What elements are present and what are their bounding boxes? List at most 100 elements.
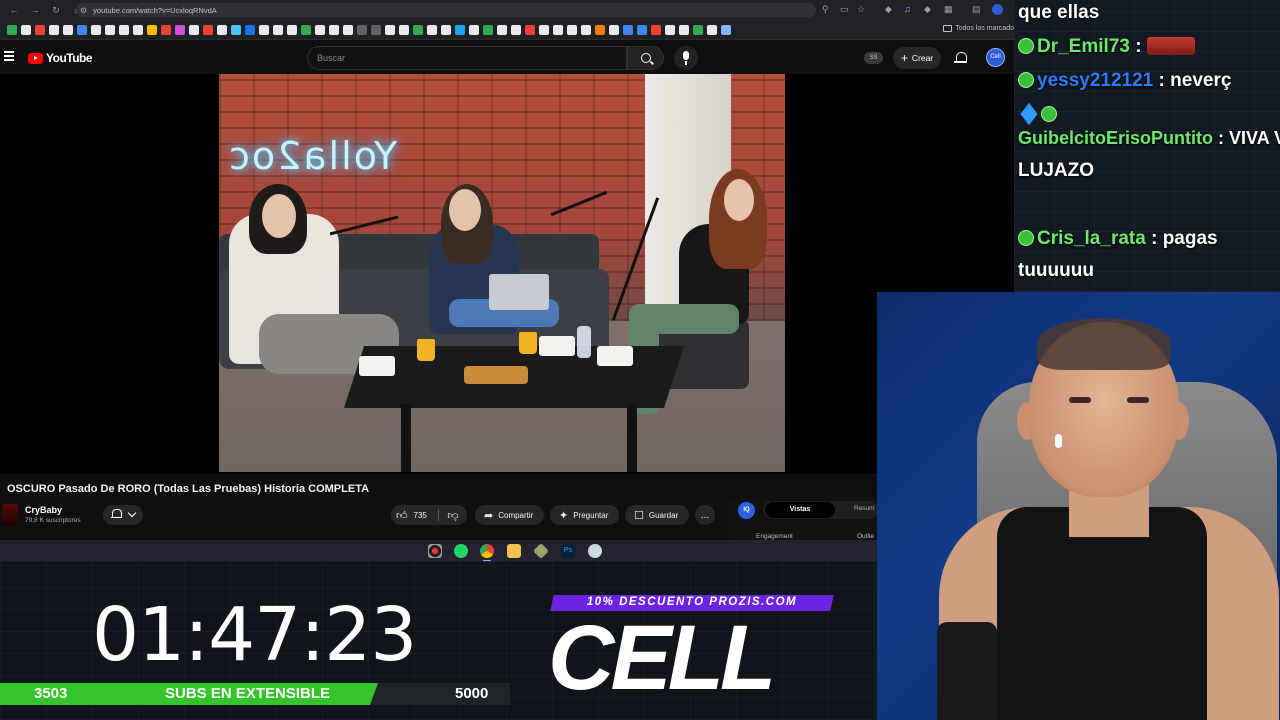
bookmark-favicon[interactable] — [7, 24, 17, 35]
chat-username[interactable]: Dr_Emil73 — [1037, 36, 1130, 57]
bookmark-favicon[interactable] — [385, 24, 395, 35]
zoom-icon[interactable]: ⚲ — [822, 4, 829, 15]
dislike-button[interactable]: 👎︎ — [442, 505, 464, 525]
chat-username[interactable]: yessy212121 — [1037, 70, 1153, 91]
photoshop-icon[interactable]: Ps — [561, 544, 575, 558]
bookmark-favicon[interactable] — [413, 24, 423, 35]
bookmark-favicon[interactable] — [217, 24, 227, 35]
tab-outliers[interactable]: Outlie — [857, 533, 874, 540]
channel-avatar[interactable] — [2, 504, 18, 526]
bookmark-favicon[interactable] — [483, 24, 493, 35]
forward-icon[interactable]: → — [29, 5, 41, 15]
account-avatar[interactable]: Cell — [986, 48, 1005, 67]
bookmark-favicon[interactable] — [343, 24, 353, 35]
tab-views[interactable]: Vistas — [765, 502, 835, 518]
chrome-icon[interactable] — [480, 544, 494, 561]
youtube-logo[interactable]: YouTube — [28, 51, 93, 65]
bookmark-favicon[interactable] — [105, 24, 115, 35]
profile-icon[interactable] — [992, 4, 1003, 15]
tab-summary[interactable]: Resum — [854, 505, 875, 512]
bookmark-favicon[interactable] — [693, 24, 703, 35]
bookmark-favicon[interactable] — [329, 24, 339, 35]
bookmark-favicon[interactable] — [441, 24, 451, 35]
like-button[interactable]: 👍︎ 735 — [391, 505, 438, 525]
bookmark-favicon[interactable] — [525, 24, 535, 35]
bookmark-favicon[interactable] — [707, 24, 717, 35]
bookmarks-folder[interactable]: Todos los marcado — [943, 25, 1014, 32]
subscription-bell-button[interactable] — [103, 505, 143, 525]
bookmark-favicon[interactable] — [21, 24, 31, 35]
bookmark-favicon[interactable] — [245, 24, 255, 35]
extension-logo[interactable]: IQ — [738, 502, 755, 519]
bookmark-favicon[interactable] — [371, 24, 381, 35]
ask-button[interactable]: ✦ Preguntar — [550, 505, 619, 525]
share-button[interactable]: ➦ Compartir — [475, 505, 544, 525]
bookmark-favicon[interactable] — [539, 24, 549, 35]
bookmark-favicon[interactable] — [721, 24, 731, 35]
bookmark-favicon[interactable] — [77, 24, 87, 35]
bookmark-favicon[interactable] — [679, 24, 689, 35]
chat-username[interactable]: Cris_la_rata — [1037, 228, 1146, 249]
bookmark-favicon[interactable] — [147, 24, 157, 35]
bookmark-favicon[interactable] — [399, 24, 409, 35]
minecraft-icon[interactable] — [533, 543, 549, 559]
bookmark-favicon[interactable] — [637, 24, 647, 35]
bookmark-favicon[interactable] — [497, 24, 507, 35]
bookmark-favicon[interactable] — [511, 24, 521, 35]
bookmark-favicon[interactable] — [315, 24, 325, 35]
bookmark-favicon[interactable] — [133, 24, 143, 35]
reload-icon[interactable]: ↻ — [50, 5, 62, 16]
bookmark-favicon[interactable] — [189, 24, 199, 35]
bookmark-favicon[interactable] — [469, 24, 479, 35]
search-button[interactable] — [627, 46, 664, 70]
chat-username[interactable]: GuibelcitoErisoPuntito — [1018, 128, 1213, 148]
bookmark-favicon[interactable] — [287, 24, 297, 35]
voice-search-icon[interactable] — [674, 46, 698, 70]
tab-engagement[interactable]: Engagement — [756, 533, 793, 540]
app-icon[interactable] — [588, 544, 602, 558]
bookmark-favicon[interactable] — [91, 24, 101, 35]
bookmark-favicon[interactable] — [161, 24, 171, 35]
bookmark-favicon[interactable] — [301, 24, 311, 35]
spotify-icon[interactable] — [454, 544, 468, 558]
bookmark-favicon[interactable] — [119, 24, 129, 35]
bookmark-favicon[interactable] — [231, 24, 241, 35]
obs-icon[interactable] — [428, 544, 442, 558]
sidebar-icon[interactable]: ▤ — [972, 4, 981, 15]
bookmark-favicon[interactable] — [651, 24, 661, 35]
bookmark-favicon[interactable] — [609, 24, 619, 35]
extension-icon-2[interactable]: ◆ — [924, 4, 931, 15]
bookmark-favicon[interactable] — [175, 24, 185, 35]
notifications-icon[interactable] — [954, 51, 968, 65]
search-input[interactable]: Buscar — [307, 46, 627, 70]
bookmark-favicon[interactable] — [259, 24, 269, 35]
audio-icon[interactable]: ♫ — [904, 4, 911, 14]
file-explorer-icon[interactable] — [507, 544, 521, 558]
save-button[interactable]: ☐ Guardar — [625, 505, 689, 525]
bookmark-favicon[interactable] — [455, 24, 465, 35]
video-frame[interactable]: Yolla2oc — [219, 74, 785, 472]
bookmark-favicon[interactable] — [357, 24, 367, 35]
site-info-icon[interactable]: ⚙ — [80, 6, 87, 15]
bookmark-favicon[interactable] — [595, 24, 605, 35]
star-icon[interactable]: ☆ — [857, 4, 865, 15]
bookmark-favicon[interactable] — [581, 24, 591, 35]
address-bar[interactable]: ⚙ youtube.com/watch?v=UcxloqRNvdA — [76, 3, 816, 17]
menu-icon[interactable] — [4, 51, 14, 61]
bookmark-favicon[interactable] — [623, 24, 633, 35]
more-actions-button[interactable]: ... — [695, 505, 715, 525]
video-player[interactable]: Yolla2oc — [0, 74, 1014, 474]
bookmark-favicon[interactable] — [427, 24, 437, 35]
back-icon[interactable]: ← — [8, 5, 20, 15]
bookmark-favicon[interactable] — [49, 24, 59, 35]
ss-badge[interactable]: SS — [864, 52, 883, 64]
create-button[interactable]: + Crear — [893, 47, 941, 69]
bookmark-favicon[interactable] — [553, 24, 563, 35]
channel-name[interactable]: CryBaby — [25, 505, 62, 515]
cast-icon[interactable]: ▭ — [840, 4, 849, 15]
bookmark-favicon[interactable] — [63, 24, 73, 35]
bookmark-favicon[interactable] — [35, 24, 45, 35]
bookmark-favicon[interactable] — [665, 24, 675, 35]
extension-icon[interactable]: ◆ — [885, 4, 892, 15]
bookmark-favicon[interactable] — [203, 24, 213, 35]
